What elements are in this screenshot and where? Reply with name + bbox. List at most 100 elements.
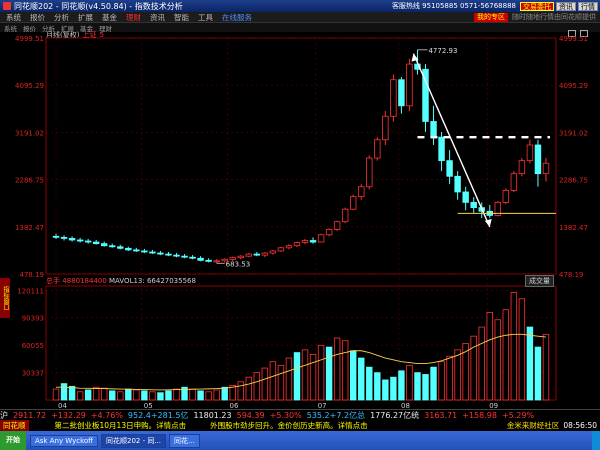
menu-system[interactable]: 系统 [6,12,21,23]
candle-body [84,240,92,243]
volume-bar [277,364,285,401]
low-label: 683.53 [226,260,251,268]
price-chart[interactable]: 4772.93 683.53 4999.51 4999.51 4095.29 4095.… [0,34,600,409]
candle-body [229,257,236,260]
volume-bar [494,319,502,401]
volume-bar [406,364,413,401]
mavol-label: MAVOL13: 66427035568 [109,277,196,285]
volume-bar [117,391,124,401]
candle-body [301,240,309,243]
trade-button[interactable]: 交易委托 [520,1,554,11]
candle-body [189,256,196,259]
candle-body [462,191,469,203]
menu-smart[interactable]: 智能 [174,12,189,23]
app-logo-icon [3,2,11,10]
menu-online-service[interactable]: 在线服务 [222,12,252,23]
candle-body [366,157,373,188]
right-change: +158.98 [462,410,497,420]
x-tick: 04 [58,402,67,409]
news-item[interactable]: 外围股市劲步回升。金价创历史新高。详情点击 [210,420,368,431]
candle-body [117,246,124,249]
index-change-pct: +4.76% [90,410,123,420]
price-y-tick-right: 1382.47 [559,224,588,232]
toolbar-item[interactable]: 系统 [4,23,17,33]
volume-bar [542,333,550,401]
candle-body [205,259,212,262]
status-bar: 沪 2911.72 +132.29 +4.76% 952.4+281.5亿 11… [0,409,600,420]
volume-bar [317,344,325,401]
indicator-window-tab[interactable]: 指标窗口 [0,278,10,318]
menu-quote[interactable]: 报价 [30,12,45,23]
brand-logo[interactable]: 同花顺 [0,420,29,431]
volume-bar [109,390,116,401]
my-zone-button[interactable]: 我的专区 [474,12,508,22]
community-brand[interactable]: 金米来财经社区 [507,420,560,431]
volume-bar [341,340,349,401]
deep-value: 11801.23 [193,410,232,420]
volume-bar [374,372,381,401]
volume-bar [68,385,76,401]
info-button[interactable]: 资讯 [556,1,576,11]
price-y-tick-right: 4999.51 [559,35,588,43]
right-pct: +5.29% [501,410,535,420]
volume-bar [285,357,293,401]
start-button[interactable]: 开始 [0,431,26,450]
system-tray [592,431,600,450]
small-value: 594.39 [236,410,265,420]
menu-analysis[interactable]: 分析 [54,12,69,23]
volume-indicator-button[interactable]: 成交量 [525,275,554,287]
candle-body [470,201,477,209]
volume-bar [149,391,156,401]
volume-bar [349,350,357,401]
volume-bar [125,388,132,401]
volume-bar [430,366,437,401]
volume-bar [534,346,542,401]
candle-body [269,250,277,254]
volume-bar [237,381,244,401]
volume-info-3: 1776.27亿统 [370,410,420,420]
volume-bar [390,376,397,401]
menu-extend[interactable]: 扩展 [78,12,93,23]
menu-news[interactable]: 资讯 [150,12,165,23]
volume-bar [414,372,421,401]
candle-body [454,175,461,193]
price-y-tick: 1382.47 [15,224,44,232]
news-item[interactable]: 第二批创业板10月13日申购。详情点击 [55,420,187,431]
candle-body [349,196,357,210]
candle-body [430,121,437,138]
taskbar-item[interactable]: 同花... [169,433,200,448]
price-y-tick: 478.19 [20,271,45,279]
menu-fund[interactable]: 基金 [102,12,117,23]
menu-finance[interactable]: 理财 [126,12,141,23]
volume-bar [92,386,100,401]
volume-bar [157,392,164,401]
volume-bar [454,349,461,401]
candle-body [52,235,60,238]
trend-arrow-line [412,53,491,228]
candle-body [261,252,269,256]
candle-body [60,236,68,239]
candle-body [398,79,405,107]
candle-body [100,243,108,247]
volume-y-tick: 60055 [22,342,44,350]
hotline-text: 客服热线 95105885 0571-56768888 [391,2,516,10]
candle-body [133,249,140,252]
index-value: 2911.72 [13,410,47,420]
price-y-tick-right: 4095.29 [559,82,588,90]
menu-tools[interactable]: 工具 [198,12,213,23]
volume-bar [333,337,341,401]
right-value: 3163.71 [424,410,458,420]
taskbar-item[interactable]: Ask Any Wyckoff [30,434,99,447]
volume-bar [100,387,108,401]
x-tick: 08 [401,402,410,409]
candle-body [542,162,550,175]
volume-bar [366,366,373,401]
price-y-tick: 4999.51 [15,35,44,43]
volume-bar [189,388,196,401]
volume-bar [398,370,405,401]
volume-bar [141,390,148,401]
quote-button[interactable]: 行情 [578,1,598,11]
toolbar-item[interactable]: 报价 [23,23,36,33]
taskbar-item[interactable]: 同花顺202 - 同... [101,433,167,448]
volume-info-2: 535.2+7.2亿总 [306,410,366,420]
